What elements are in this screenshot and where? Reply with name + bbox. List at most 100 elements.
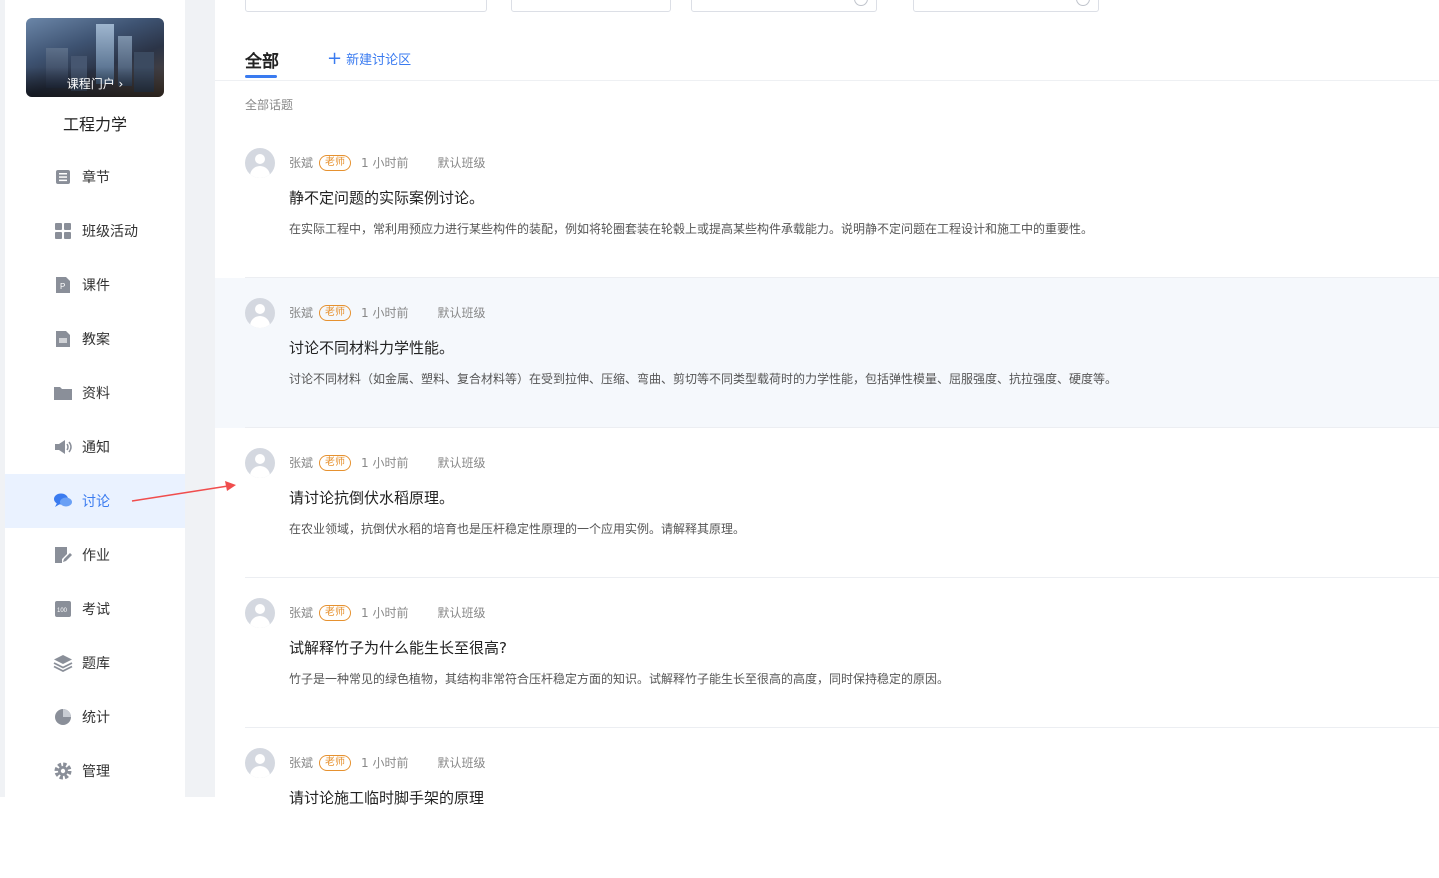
topic-title[interactable]: 请讨论施工临时脚手架的原理 [289,787,484,808]
sidebar-item-label: 课件 [82,278,110,294]
status-select[interactable] [511,0,671,12]
sidebar-item-discussion[interactable]: 讨论 [5,474,185,528]
svg-text:100: 100 [57,608,68,614]
sidebar-item-label: 资料 [82,386,110,402]
sidebar-item-label: 章节 [82,170,110,186]
topic-tabs: 全部 + 新建讨论区 [215,40,1439,81]
post-time: 1 小时前 [361,156,409,170]
sidebar-item-homework[interactable]: 作业 [5,528,185,582]
sidebar-item-label: 题库 [82,656,110,672]
author-name: 张斌 [289,156,314,170]
topic-meta: 张斌 老师 1 小时前 默认班级 [289,454,485,471]
speaker-icon [53,437,73,457]
topic-meta: 张斌 老师 1 小时前 默认班级 [289,154,485,171]
course-cover[interactable]: 课程门户 › [26,18,164,97]
sidebar-item-question-bank[interactable]: 题库 [5,636,185,690]
sidebar-item-notice[interactable]: 通知 [5,420,185,474]
list-icon [53,167,73,187]
tab-all[interactable]: 全部 [245,47,279,72]
exam-icon: 100 [53,599,73,619]
sidebar-item-chapters[interactable]: 章节 [5,150,185,204]
topic-description: 竹子是一种常见的绿色植物，其结构非常符合压杆稳定方面的知识。试解释竹子能生长至很… [289,672,950,686]
sidebar-item-materials[interactable]: 资料 [5,366,185,420]
topic-title[interactable]: 试解释竹子为什么能生长至很高? [289,637,507,658]
avatar [245,748,275,778]
course-portal-link[interactable]: 课程门户 › [26,75,164,92]
author-name: 张斌 [289,756,314,770]
sidebar-item-label: 作业 [82,548,110,564]
chat-bubbles-icon [53,491,73,511]
author-name: 张斌 [289,306,314,320]
class-name: 默认班级 [437,606,486,620]
class-name: 默认班级 [437,306,486,320]
role-badge: 老师 [319,754,352,771]
topic-title[interactable]: 讨论不同材料力学性能。 [289,337,454,358]
sidebar-item-label: 管理 [82,764,110,780]
end-time-picker[interactable] [913,0,1099,12]
ppt-file-icon: P [53,275,73,295]
class-name: 默认班级 [437,756,486,770]
sidebar-item-manage[interactable]: 管理 [5,744,185,798]
sidebar-item-statistics[interactable]: 统计 [5,690,185,744]
clock-icon [1076,0,1090,6]
role-badge: 老师 [319,454,352,471]
avatar [245,298,275,328]
topic-description: 在农业领域，抗倒伏水稻的培育也是压杆稳定性原理的一个应用实例。请解释其原理。 [289,522,746,536]
gear-icon [53,761,73,781]
class-name: 默认班级 [437,456,486,470]
topic-meta: 张斌 老师 1 小时前 默认班级 [289,754,485,771]
layers-icon [53,653,73,673]
lesson-plan-icon [53,329,73,349]
topic-meta: 张斌 老师 1 小时前 默认班级 [289,604,485,621]
topic-item[interactable]: 张斌 老师 1 小时前 默认班级 讨论不同材料力学性能。 讨论不同材料（如金属、… [215,278,1439,428]
topic-title[interactable]: 静不定问题的实际案例讨论。 [289,187,484,208]
author-name: 张斌 [289,456,314,470]
new-discussion-button[interactable]: + 新建讨论区 [327,48,411,69]
sidebar-item-label: 统计 [82,710,110,726]
active-tab-indicator [245,75,277,78]
author-name: 张斌 [289,606,314,620]
topic-item[interactable]: 张斌 老师 1 小时前 默认班级 静不定问题的实际案例讨论。 在实际工程中，常利… [215,128,1439,278]
role-badge: 老师 [319,154,352,171]
topic-item[interactable]: 张斌 老师 1 小时前 默认班级 试解释竹子为什么能生长至很高? 竹子是一种常见… [215,578,1439,728]
topic-description: 讨论不同材料（如金属、塑料、复合材料等）在受到拉伸、压缩、弯曲、剪切等不同类型载… [289,372,1118,386]
role-badge: 老师 [319,304,352,321]
avatar [245,448,275,478]
main-content: 全部 + 新建讨论区 全部话题 张斌 老师 1 小时前 默认班级 静不定问题的实… [215,0,1439,807]
topic-title[interactable]: 请讨论抗倒伏水稻原理。 [289,487,454,508]
sidebar-nav: 章节 班级活动 P 课件 教案 资料 通知 讨论 作业 100 考试 题库 统计… [5,150,185,798]
post-time: 1 小时前 [361,456,409,470]
folder-icon [53,383,73,403]
avatar [245,598,275,628]
post-time: 1 小时前 [361,606,409,620]
content-gutter [185,0,215,797]
section-label: 全部话题 [245,98,294,112]
sidebar-item-courseware[interactable]: P 课件 [5,258,185,312]
sidebar-item-exam[interactable]: 100 考试 [5,582,185,636]
sidebar-item-label: 教案 [82,332,110,348]
sidebar-item-label: 考试 [82,602,110,618]
topic-description: 在实际工程中，常利用预应力进行某些构件的装配，例如将轮圈套装在轮毂上或提高某些构… [289,222,1094,236]
clock-icon [854,0,868,6]
topic-meta: 张斌 老师 1 小时前 默认班级 [289,304,485,321]
post-time: 1 小时前 [361,756,409,770]
topic-item[interactable]: 张斌 老师 1 小时前 默认班级 请讨论抗倒伏水稻原理。 在农业领域，抗倒伏水稻… [215,428,1439,578]
topic-item[interactable]: 张斌 老师 1 小时前 默认班级 请讨论施工临时脚手架的原理 [215,728,1439,878]
course-title: 工程力学 [62,115,127,134]
sidebar-item-label: 讨论 [82,494,110,510]
plus-icon: + [327,48,343,69]
start-time-picker[interactable] [691,0,877,12]
sidebar-item-label: 通知 [82,440,110,456]
avatar [245,148,275,178]
sidebar: 课程门户 › 工程力学 章节 班级活动 P 课件 教案 资料 通知 讨论 作业 … [5,0,185,797]
class-name: 默认班级 [437,156,486,170]
sidebar-item-class-activity[interactable]: 班级活动 [5,204,185,258]
grid-icon [53,221,73,241]
svg-text:P: P [60,282,65,291]
sidebar-item-label: 班级活动 [82,224,138,240]
class-select[interactable] [245,0,487,12]
role-badge: 老师 [319,604,352,621]
sidebar-item-lesson-plan[interactable]: 教案 [5,312,185,366]
post-time: 1 小时前 [361,306,409,320]
pie-chart-icon [53,707,73,727]
